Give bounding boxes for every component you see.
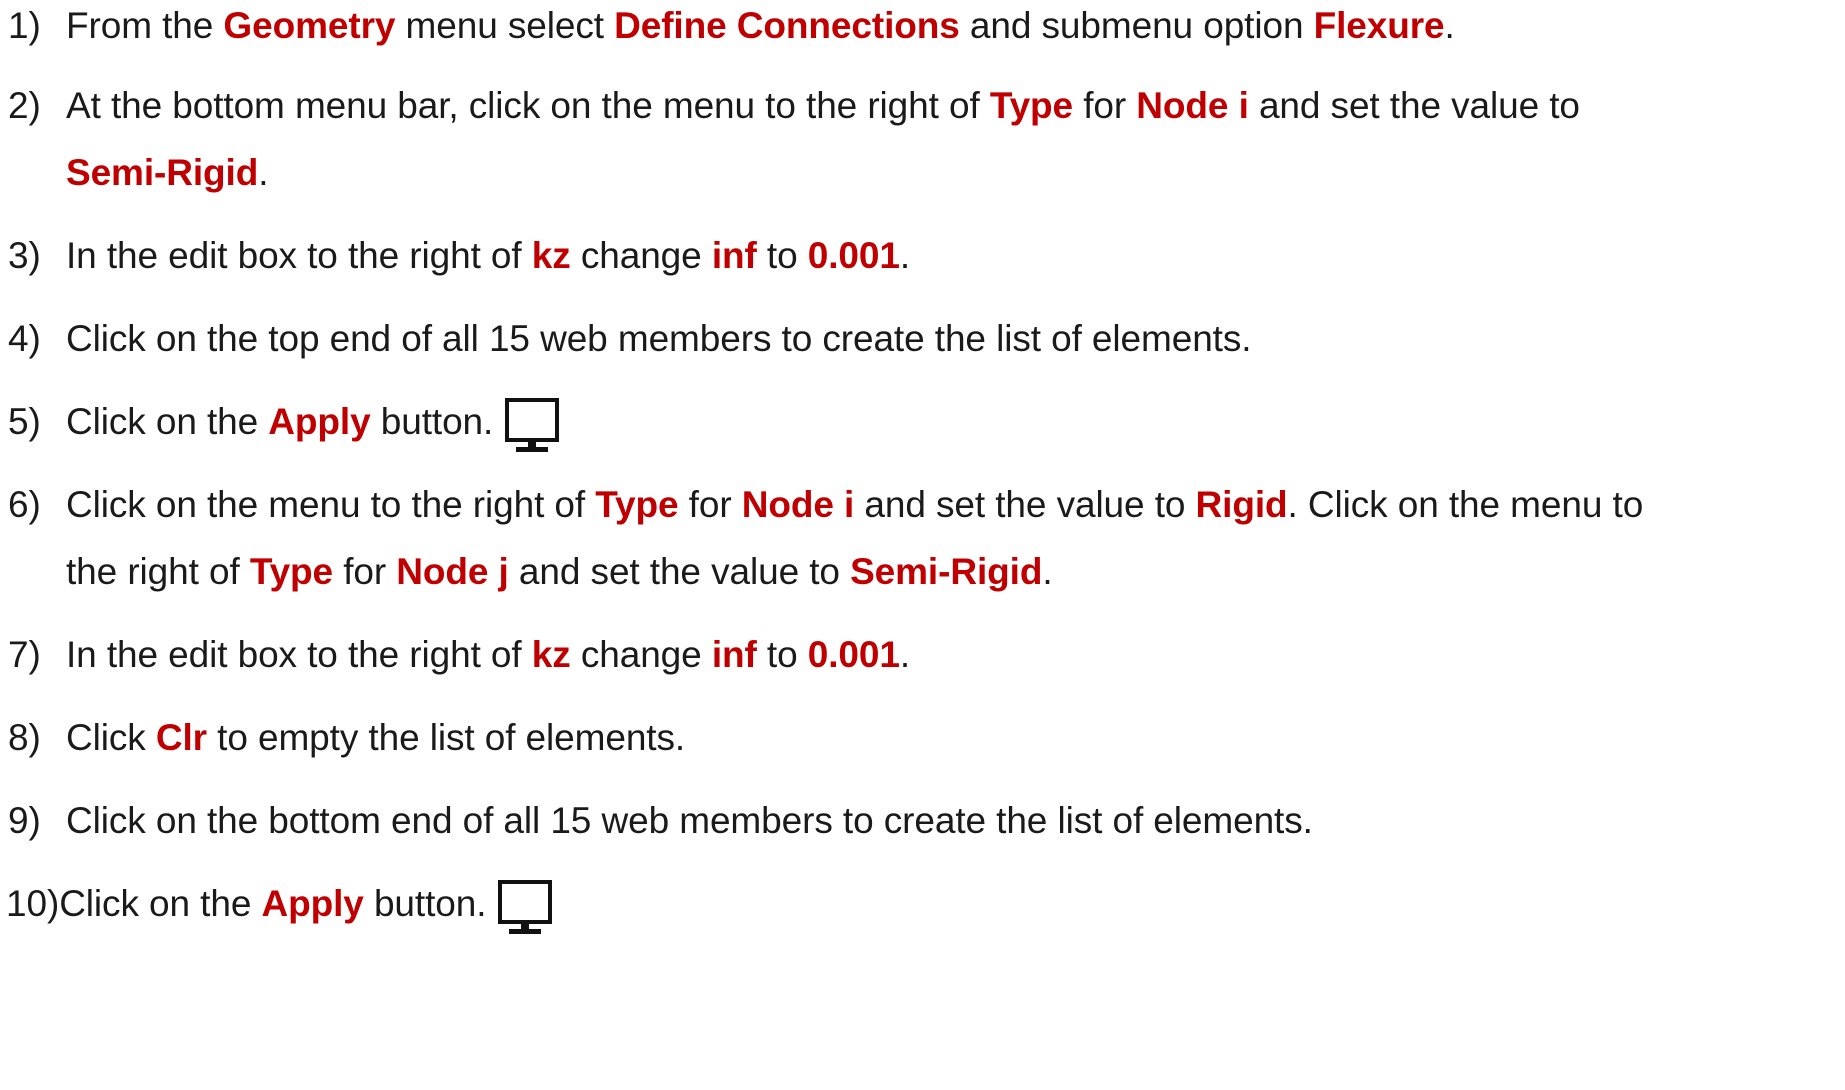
- step-text: Click on the: [59, 883, 262, 924]
- step-text: for: [1073, 85, 1137, 126]
- highlighted-term: Apply: [261, 883, 364, 924]
- step-7-line-1: 7) In the edit box to the right of kz cha…: [8, 633, 910, 677]
- step-8-line-1: 8) Click Clr to empty the list of element…: [8, 716, 685, 760]
- highlighted-term: kz: [531, 235, 571, 276]
- step-3-line-1: 3) In the edit box to the right of kz cha…: [8, 234, 910, 278]
- step-text: and submenu option: [959, 5, 1314, 46]
- step-text: . Click on the menu to: [1287, 484, 1644, 525]
- step-text: Click on the top end of all 15 web membe…: [66, 318, 1252, 359]
- step-number: 3): [8, 235, 41, 276]
- step-number: 2): [8, 85, 41, 126]
- highlighted-term: kz: [531, 634, 571, 675]
- highlighted-term: inf: [711, 634, 757, 675]
- step-text: .: [899, 235, 911, 276]
- step-text: .: [1444, 5, 1455, 46]
- step-text: and set the value to: [854, 484, 1196, 525]
- monitor-icon: [498, 880, 553, 938]
- step-text: to empty the list of elements.: [206, 717, 686, 758]
- highlighted-term: Define Connections: [614, 5, 960, 46]
- highlighted-term: inf: [711, 235, 757, 276]
- step-4-line-1: 4) Click on the top end of all 15 web mem…: [8, 317, 1252, 361]
- step-text: Click: [66, 717, 156, 758]
- step-1-line-1: 1) From the Geometry menu select Define C…: [8, 4, 1455, 48]
- step-number: 4): [8, 318, 41, 359]
- highlighted-term: Node i: [1136, 85, 1249, 126]
- step-text: the right of: [66, 551, 250, 592]
- step-number: 6): [8, 484, 41, 525]
- step-text: button.: [363, 883, 487, 924]
- step-10-line-1: 10)Click on the Apply button.: [6, 880, 553, 938]
- step-text: change: [570, 235, 712, 276]
- highlighted-term: Semi-Rigid: [66, 152, 259, 193]
- step-text: Click on the bottom end of all 15 web me…: [66, 800, 1313, 841]
- highlighted-term: Flexure: [1313, 5, 1445, 46]
- step-text: to: [756, 634, 808, 675]
- step-6-line-1: 6) Click on the menu to the right of Type…: [8, 483, 1643, 527]
- step-text: At the bottom menu bar, click on the men…: [66, 85, 990, 126]
- step-number: 1): [8, 5, 41, 46]
- step-2-line-2: 2)Semi-Rigid.: [8, 151, 269, 195]
- step-text: for: [678, 484, 742, 525]
- highlighted-term: Type: [249, 551, 334, 592]
- step-text: menu select: [395, 5, 615, 46]
- highlighted-term: Apply: [268, 401, 371, 442]
- step-2-line-1: 2) At the bottom menu bar, click on the m…: [8, 84, 1580, 128]
- step-6-line-2: 6)the right of Type for Node j and set t…: [8, 550, 1053, 594]
- step-text: to: [756, 235, 808, 276]
- highlighted-term: Rigid: [1195, 484, 1288, 525]
- step-number: 5): [8, 401, 41, 442]
- step-number: 10): [6, 883, 60, 924]
- highlighted-term: Geometry: [223, 5, 396, 46]
- highlighted-term: Type: [989, 85, 1074, 126]
- highlighted-term: Node i: [741, 484, 855, 525]
- step-text: .: [258, 152, 269, 193]
- step-9-line-1: 9) Click on the bottom end of all 15 web …: [8, 799, 1313, 843]
- highlighted-term: Node j: [396, 551, 509, 592]
- step-number: 8): [8, 717, 41, 758]
- step-number: 9): [8, 800, 41, 841]
- step-text: for: [333, 551, 397, 592]
- monitor-icon: [505, 398, 560, 456]
- instruction-page: 1) From the Geometry menu select Define C…: [0, 0, 1845, 1090]
- step-text: change: [570, 634, 712, 675]
- step-text: .: [1042, 551, 1053, 592]
- step-text: button.: [370, 401, 494, 442]
- highlighted-term: Clr: [155, 717, 207, 758]
- step-text: Click on the menu to the right of: [66, 484, 596, 525]
- step-text: .: [899, 634, 911, 675]
- step-text: and set the value to: [1248, 85, 1580, 126]
- step-number: 7): [8, 634, 41, 675]
- step-text: In the edit box to the right of: [66, 634, 532, 675]
- step-text: From the: [66, 5, 224, 46]
- step-text: and set the value to: [508, 551, 851, 592]
- highlighted-term: Type: [595, 484, 679, 525]
- highlighted-term: 0.001: [807, 235, 900, 276]
- step-5-line-1: 5) Click on the Apply button.: [8, 398, 560, 456]
- highlighted-term: Semi-Rigid: [850, 551, 1043, 592]
- highlighted-term: 0.001: [807, 634, 900, 675]
- step-text: In the edit box to the right of: [66, 235, 532, 276]
- step-text: Click on the: [66, 401, 269, 442]
